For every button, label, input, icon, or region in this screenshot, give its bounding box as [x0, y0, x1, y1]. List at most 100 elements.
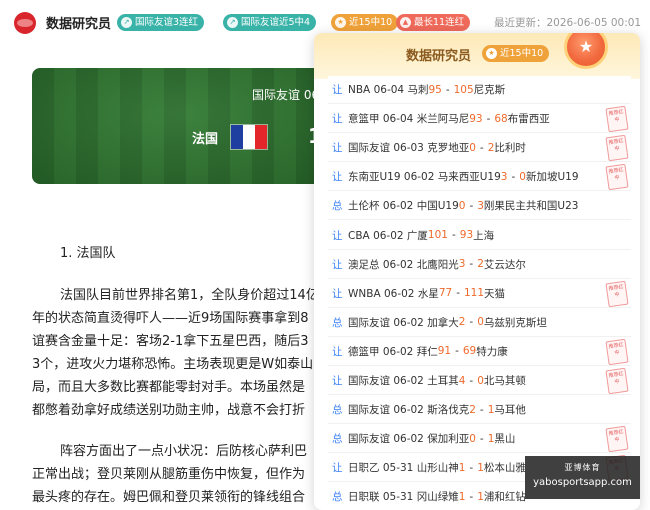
record-league: 德篮甲: [348, 345, 380, 358]
record-type-label: 让: [332, 229, 343, 242]
record-away-team: 刚果民主共和国U23: [483, 200, 579, 213]
match-title: 国际友谊 06: [252, 88, 320, 102]
record-date: 06-02: [373, 229, 404, 242]
article-line: 都憋着劲拿好成绩送别功勋主帅，战意不会打折: [32, 403, 306, 418]
record-row[interactable]: 让澳足总 06-02 北鹰阳光 3-2 艾云达尔: [328, 250, 631, 279]
record-away-team: 上海: [473, 229, 495, 242]
match-banner[interactable]: 国际友谊 06 法国 1: [32, 68, 328, 184]
badge-recent-15[interactable]: ★ 近15中10: [331, 14, 399, 31]
badge-streak-friendly[interactable]: ↗ 国际友谊3连红: [117, 14, 205, 31]
record-away-team: 布雷西亚: [507, 113, 550, 126]
record-league: 国际友谊: [348, 142, 390, 155]
record-row[interactable]: 让意篮甲 06-04 米兰阿马尼 93-68 布雷西亚 推荐红中: [328, 105, 631, 134]
record-away-score: 1: [487, 432, 495, 445]
badge-label: 近15中10: [349, 17, 393, 28]
record-home-team: 广厦: [406, 229, 428, 242]
brand-name[interactable]: 数据研究员: [46, 13, 111, 32]
record-dropdown-panel: 数据研究员 ★ 近15中10 ★ 让 NBA 06-04 马刺 95-105 尼克斯让…: [314, 33, 640, 510]
record-home-team: 水星: [417, 287, 439, 300]
record-type-label: 让: [332, 462, 343, 475]
record-league: 日职乙: [348, 462, 380, 475]
section-heading: 1. 法国队: [60, 246, 116, 261]
record-home-score: 2: [469, 403, 476, 416]
record-away-score: 1: [477, 461, 484, 474]
record-row[interactable]: 让 NBA 06-04 马刺 95-105 尼克斯: [328, 76, 631, 104]
record-row[interactable]: 让国际友谊 06-02 土耳其 4-0 北马其顿 推荐红中: [328, 367, 631, 395]
record-meta: 东南亚U19 06-02 马来西亚U19: [348, 169, 501, 184]
record-meta: 土伦杯 06-02 中国U19: [348, 198, 459, 213]
record-league: 澳足总: [348, 258, 380, 271]
record-away-score: 69: [462, 345, 477, 358]
record-meta: 德篮甲 06-02 拜仁: [348, 344, 438, 359]
record-league: WNBA: [348, 287, 381, 300]
record-away-score: 2: [477, 258, 484, 271]
score-separator: -: [511, 170, 516, 183]
record-away-team: 北马其顿: [483, 375, 526, 387]
record-league: NBA: [348, 84, 371, 96]
trend-icon: ↗: [227, 17, 238, 28]
record-row[interactable]: 让 CBA 06-02 广厦 101-93 上海: [328, 221, 631, 250]
record-row[interactable]: 让德篮甲 06-02 拜仁 91-69 特力康 推荐红中: [328, 337, 631, 366]
record-home-team: 克罗地亚: [427, 142, 470, 155]
record-row[interactable]: 让国际友谊 06-03 克罗地亚 0-2 比利时 推荐红中: [328, 134, 631, 163]
record-row[interactable]: 让东南亚U19 06-02 马来西亚U19 3-0 新加坡U19 推荐红中: [328, 163, 631, 192]
record-meta: NBA 06-04 马刺: [348, 82, 428, 97]
record-away-team: 乌兹别克斯坦: [483, 316, 547, 329]
record-date: 06-02: [382, 200, 414, 213]
record-meta: 澳足总 06-02 北鹰阳光: [348, 257, 459, 272]
record-date: 06-02: [393, 404, 424, 417]
record-home-team: 马刺: [407, 84, 429, 96]
record-league: 日职联: [348, 491, 380, 504]
record-date: 06-04: [373, 84, 405, 96]
badge-recent-friendly[interactable]: ↗ 国际友谊近5中4: [223, 14, 317, 31]
record-away-score: 3: [477, 199, 484, 212]
score-separator: -: [451, 229, 456, 241]
record-home-score: 3: [458, 258, 466, 271]
article-line: 谊赛含金量十足：客场2-1拿下五星巴西，随后3: [32, 334, 309, 349]
record-away-score: 68: [494, 112, 508, 125]
record-league: 国际友谊: [348, 433, 390, 446]
record-date: 06-02: [403, 171, 435, 184]
badge-longest-streak[interactable]: ▲ 最长11连红: [396, 14, 471, 31]
record-league: 土伦杯: [348, 200, 380, 213]
record-date: 06-02: [393, 316, 424, 329]
record-date: 05-31: [382, 491, 414, 504]
record-date: 06-02: [393, 375, 424, 387]
red-hit-stamp-icon: 推荐红中: [605, 164, 629, 191]
score-separator: -: [479, 432, 484, 445]
record-type-label: 总: [332, 200, 343, 213]
brand-logo[interactable]: [14, 12, 36, 34]
star-icon: ★: [335, 17, 346, 28]
record-home-team: 加拿大: [427, 316, 459, 329]
badge-label: 最长11连红: [414, 17, 465, 28]
score-separator: -: [469, 461, 474, 474]
record-away-team: 黑山: [494, 433, 516, 446]
record-away-score: 0: [477, 374, 484, 387]
record-row[interactable]: 总国际友谊 06-02 加拿大 2-0 乌兹别克斯坦: [328, 308, 631, 337]
record-type-label: 让: [332, 375, 343, 387]
record-away-score: 1: [487, 403, 495, 416]
record-row[interactable]: 总土伦杯 06-02 中国U19 0-3 刚果民主共和国U23: [328, 192, 631, 221]
record-meta: CBA 06-02 广厦: [348, 228, 428, 243]
france-flag-icon: [230, 124, 268, 150]
record-home-score: 2: [458, 316, 466, 329]
record-row[interactable]: 总国际友谊 06-02 保加利亚 0-1 黑山 推荐红中: [328, 425, 631, 454]
record-meta: 国际友谊 06-02 斯洛伐克: [348, 402, 469, 417]
score-separator: -: [469, 258, 474, 271]
record-type-label: 让: [332, 113, 343, 126]
record-league: 东南亚U19: [348, 171, 401, 184]
record-away-team: 浦和红钻: [483, 491, 526, 504]
red-hit-stamp-icon: 推荐红中: [605, 280, 629, 307]
record-date: 05-31: [382, 462, 414, 475]
record-row[interactable]: 让 WNBA 06-02 水星 77-111 天猫 推荐红中: [328, 279, 631, 308]
article-line: 局，而且大多数比赛都能零封对手。本场虽然是: [32, 380, 306, 395]
record-home-team: 马来西亚U19: [437, 171, 501, 184]
badge-label: 国际友谊近5中4: [241, 17, 311, 28]
record-away-score: 111: [464, 287, 485, 300]
record-home-team: 斯洛伐克: [427, 404, 470, 417]
record-away-team: 尼克斯: [473, 84, 506, 96]
record-row[interactable]: 总国际友谊 06-02 斯洛伐克 2-1 马耳他: [328, 396, 631, 425]
record-away-score: 1: [477, 490, 484, 503]
score-separator: -: [456, 287, 460, 300]
record-league: 国际友谊: [348, 375, 390, 387]
